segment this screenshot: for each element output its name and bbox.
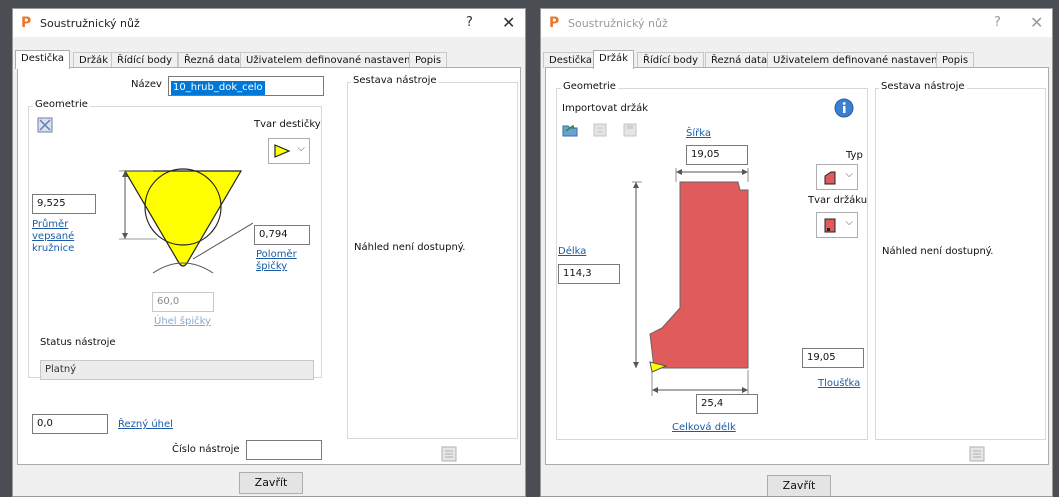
app-logo-icon: P: [21, 15, 32, 31]
help-button[interactable]: ?: [466, 15, 473, 30]
dialog-holder: P Soustružnický nůž ? ✕ Destička Držák Ř…: [540, 8, 1053, 497]
tip-angle-link: Úhel špičky: [154, 316, 211, 327]
window-title: Soustružnický nůž: [568, 17, 668, 30]
tab-description[interactable]: Popis: [409, 52, 448, 68]
tab-holder[interactable]: Držák: [73, 52, 114, 68]
tool-assembly-group: [875, 88, 1046, 440]
window-title: Soustružnický nůž: [40, 17, 140, 30]
tab-panel: Název 10_hrub_dok_celo Geometrie Tvar de…: [17, 67, 521, 465]
chevron-down-icon: ⌵: [297, 143, 305, 154]
cutting-angle-field[interactable]: 0,0: [32, 414, 108, 434]
tab-cutting-data[interactable]: Řezná data: [705, 52, 774, 68]
tool-assembly-group: [347, 82, 518, 439]
tab-holder[interactable]: Držák: [593, 50, 634, 69]
name-field-selected-text: 10_hrub_dok_celo: [171, 81, 265, 95]
width-field[interactable]: 19,05: [686, 145, 748, 165]
corner-radius-field[interactable]: 0,794: [254, 225, 310, 245]
insert-shape-dropdown[interactable]: ⌵: [268, 138, 310, 164]
title-bar: P Soustružnický nůž ? ✕: [541, 9, 1052, 37]
holder-shape-icon: [824, 218, 836, 233]
preview-unavailable-text: Náhled není dostupný.: [882, 246, 994, 257]
holder-diagram: [632, 168, 749, 396]
preview-refresh-icon[interactable]: [441, 446, 457, 462]
inscribed-diameter-link-2[interactable]: vepsané: [32, 231, 74, 243]
preview-refresh-icon[interactable]: [969, 446, 985, 462]
tab-strip: Destička Držák Řídící body Řezná data Už…: [543, 50, 1012, 69]
geometry-label: Geometrie: [561, 81, 618, 92]
dialog-insert: P Soustružnický nůž ? ✕ Destička Držák Ř…: [12, 8, 526, 497]
length-link[interactable]: Délka: [558, 246, 586, 258]
thickness-field[interactable]: 19,05: [802, 348, 864, 368]
geometry-label: Geometrie: [33, 99, 90, 110]
type-dropdown[interactable]: ⌵: [816, 164, 858, 190]
overall-length-link[interactable]: Celková délk: [672, 422, 736, 434]
tool-number-label: Číslo nástroje: [172, 444, 240, 455]
tab-control-points[interactable]: Řídící body: [111, 52, 179, 68]
info-icon[interactable]: [834, 98, 854, 118]
import-disabled-icon: [593, 123, 607, 137]
corner-radius-link-2[interactable]: špičky: [256, 261, 287, 273]
inscribed-diameter-field[interactable]: 9,525: [32, 194, 96, 214]
close-button[interactable]: Zavřít: [767, 475, 831, 496]
tool-number-field[interactable]: [246, 440, 322, 460]
insert-shape-label: Tvar destičky: [254, 119, 321, 130]
holder-shape-dropdown[interactable]: ⌵: [816, 212, 858, 238]
tab-user-defined[interactable]: Uživatelem definované nastavení: [767, 52, 947, 68]
width-link[interactable]: Šířka: [686, 128, 711, 140]
tab-insert[interactable]: Destička: [543, 52, 599, 68]
app-logo-icon: P: [549, 15, 560, 31]
tab-description[interactable]: Popis: [936, 52, 975, 68]
triangle-insert-icon: [274, 144, 291, 158]
preview-unavailable-text: Náhled není dostupný.: [354, 242, 466, 253]
title-bar: P Soustružnický nůž ? ✕: [13, 9, 525, 37]
tool-assembly-label: Sestava nástroje: [879, 81, 967, 92]
corner-radius-link-1[interactable]: Poloměr: [256, 249, 297, 261]
thickness-link[interactable]: Tloušťka: [818, 378, 860, 390]
tool-assembly-label: Sestava nástroje: [351, 75, 439, 86]
overall-length-field[interactable]: 25,4: [696, 394, 758, 414]
tab-user-defined[interactable]: Uživatelem definované nastavení: [240, 52, 420, 68]
tool-status-label: Status nástroje: [40, 337, 116, 348]
holder-shape-label: Tvar držáku: [808, 195, 868, 206]
tab-insert[interactable]: Destička: [15, 50, 71, 69]
import-holder-label: Importovat držák: [562, 103, 649, 114]
tool-status-field: Platný: [40, 360, 314, 380]
cutting-angle-link[interactable]: Řezný úhel: [118, 419, 173, 431]
tab-control-points[interactable]: Řídící body: [637, 52, 705, 68]
holder-type-icon: [824, 171, 836, 185]
sketch-icon[interactable]: [37, 117, 53, 133]
insert-diagram: [119, 168, 253, 274]
length-field[interactable]: 114,3: [558, 264, 620, 284]
inscribed-diameter-link-1[interactable]: Průměr: [32, 219, 68, 231]
chevron-down-icon: ⌵: [845, 169, 853, 180]
tab-panel: Geometrie Importovat držák Šířka 19,05 T…: [545, 67, 1049, 465]
close-window-button[interactable]: ✕: [502, 13, 515, 32]
name-field[interactable]: 10_hrub_dok_celo: [168, 76, 324, 96]
save-disabled-icon: [623, 123, 637, 137]
tab-strip: Destička Držák Řídící body Řezná data Už…: [15, 50, 485, 69]
close-window-button[interactable]: ✕: [1030, 13, 1043, 32]
tab-cutting-data[interactable]: Řezná data: [178, 52, 247, 68]
chevron-down-icon: ⌵: [845, 217, 853, 228]
type-label: Typ: [846, 150, 863, 161]
open-folder-icon[interactable]: [562, 122, 578, 138]
tip-angle-field: 60,0: [152, 292, 214, 312]
inscribed-diameter-link-3[interactable]: kružnice: [32, 243, 74, 251]
close-button[interactable]: Zavřít: [239, 472, 303, 494]
help-button[interactable]: ?: [994, 15, 1001, 30]
name-label: Název: [131, 79, 162, 90]
